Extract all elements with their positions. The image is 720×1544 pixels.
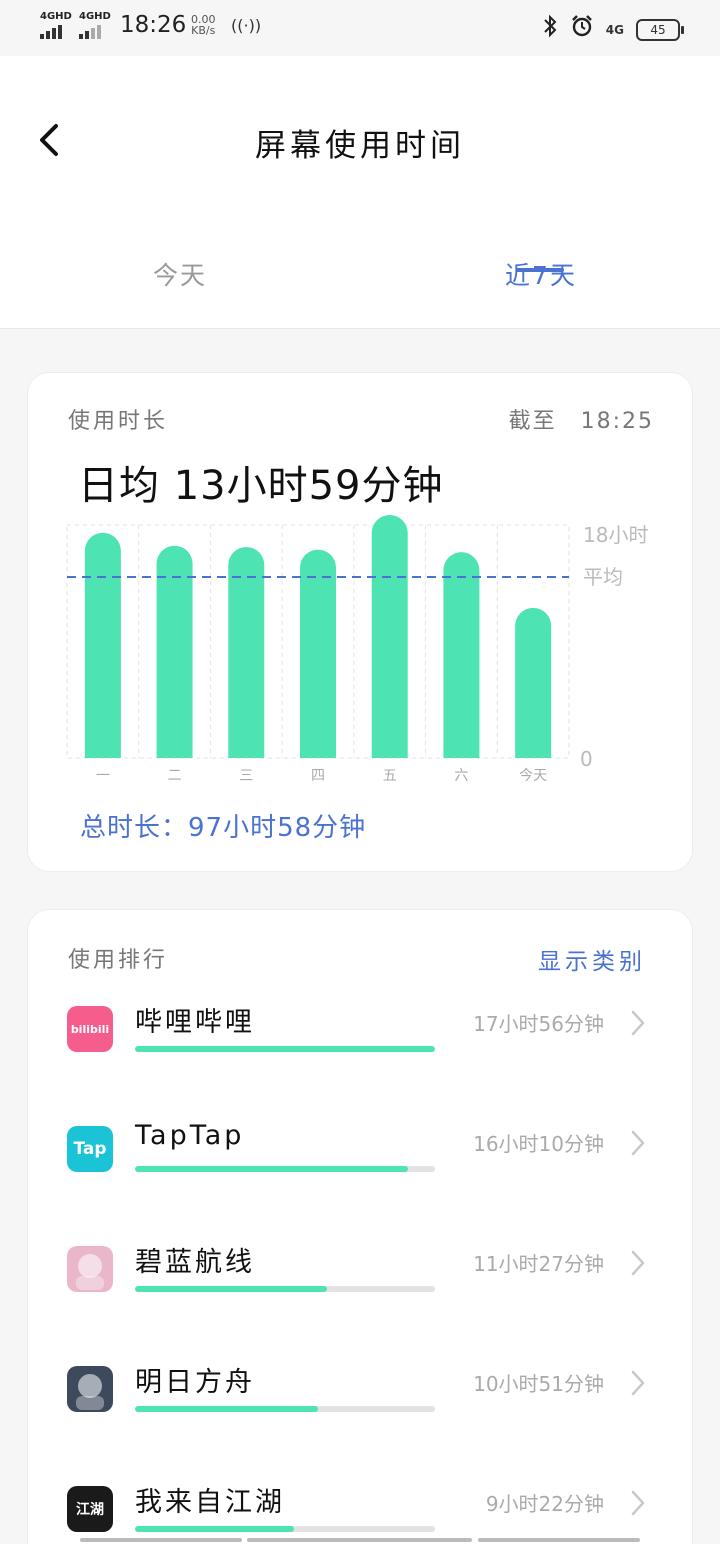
header: 屏幕使用时间 今天 近7天 — [0, 56, 720, 328]
jianghu-icon: 江湖 — [67, 1486, 113, 1532]
signal-1-label: 4GHD — [40, 11, 72, 22]
network-4g-icon: 4G — [605, 22, 624, 37]
chart-bar — [443, 552, 480, 758]
app-icon-text: Tap — [73, 1139, 107, 1159]
chevron-right-icon — [628, 1008, 648, 1038]
chart-bar — [300, 549, 336, 758]
chart-x-tick-label: 今天 — [519, 768, 547, 784]
app-usage-time: 9小时22分钟 — [485, 1492, 604, 1516]
app-usage-bar-fill — [135, 1286, 327, 1292]
app-usage-bar-fill — [135, 1526, 294, 1532]
as-of-time: 截至 18:25 — [508, 409, 654, 434]
chart-bar — [84, 532, 121, 758]
app-usage-row[interactable]: 江湖 我来自江湖 9小时22分钟 — [28, 1486, 694, 1544]
page-title: 屏幕使用时间 — [255, 128, 465, 164]
chevron-right-icon — [628, 1368, 648, 1398]
app-usage-bar — [135, 1526, 435, 1532]
signal-1-icon: 4GHD — [40, 12, 72, 39]
app-name: TapTap — [135, 1120, 245, 1151]
signal-2-icon: 4GHD — [79, 12, 111, 39]
app-name: 哔哩哔哩 — [135, 1007, 255, 1038]
battery-level: 45 — [650, 22, 666, 37]
app-name: 我来自江湖 — [135, 1487, 285, 1518]
hotspot-icon: ((·)) — [231, 16, 262, 35]
chevron-right-icon — [628, 1488, 648, 1518]
app-icon-text: 江湖 — [76, 1502, 104, 1518]
app-usage-time: 16小时10分钟 — [473, 1132, 604, 1156]
chart-bar — [371, 515, 408, 758]
tab-last-7-days[interactable]: 近7天 — [441, 241, 641, 327]
app-usage-time: 10小时51分钟 — [473, 1372, 604, 1396]
usage-bar-chart: 一 二 三 四 五 六 今天 18小时平均 0 — [66, 515, 648, 784]
header-divider — [0, 328, 720, 329]
app-usage-row[interactable]: Tap TapTap 16小时10分钟 — [28, 1120, 694, 1226]
tab-bar: 今天 近7天 — [0, 241, 720, 327]
bluetooth-icon — [542, 14, 558, 45]
app-usage-bar-fill — [135, 1166, 408, 1172]
ranking-label: 使用排行 — [68, 948, 169, 973]
app-usage-row[interactable]: 明日方舟 10小时51分钟 — [28, 1366, 694, 1466]
network-speed-unit: KB/s — [191, 24, 216, 37]
chart-x-tick-label: 六 — [454, 768, 468, 784]
app-usage-bar-fill — [135, 1406, 318, 1412]
chart-average-label: 平均 — [583, 565, 623, 589]
azur-lane-icon — [67, 1246, 113, 1292]
chart-x-tick-label: 五 — [383, 768, 397, 784]
chart-x-tick-label: 一 — [96, 768, 110, 784]
chart-bar — [515, 607, 552, 758]
app-usage-row[interactable]: bilibili 哔哩哔哩 17小时56分钟 — [28, 1006, 694, 1106]
chart-x-tick-label: 四 — [311, 768, 325, 784]
app-usage-bar — [135, 1286, 435, 1292]
chevron-right-icon — [628, 1248, 648, 1278]
arknights-icon — [67, 1366, 113, 1412]
battery-icon: 45 — [636, 18, 684, 41]
app-usage-row[interactable]: 碧蓝航线 11小时27分钟 — [28, 1246, 694, 1346]
status-time: 18:26 — [120, 12, 187, 38]
app-name: 碧蓝航线 — [135, 1247, 255, 1278]
app-usage-time: 17小时56分钟 — [473, 1012, 604, 1036]
chart-y-min-label: 0 — [580, 747, 593, 771]
usage-label: 使用时长 — [68, 409, 169, 434]
chart-bar — [228, 547, 265, 758]
total-duration: 总时长：97小时58分钟 — [80, 813, 367, 843]
chart-y-max-label: 18小时 — [583, 523, 648, 547]
bottom-scroll-indicator — [0, 1538, 720, 1544]
app-icon-text: bilibili — [70, 1022, 110, 1036]
app-name: 明日方舟 — [135, 1367, 255, 1398]
app-usage-bar-fill — [135, 1046, 435, 1052]
ranking-card: 使用排行 显示类别 bilibili 哔哩哔哩 17小时56分钟 Tap TapTap 1… — [27, 909, 693, 1544]
signal-2-label: 4GHD — [79, 11, 111, 22]
tab-today[interactable]: 今天 — [80, 241, 280, 327]
app-usage-bar — [135, 1046, 435, 1052]
app-usage-bar — [135, 1406, 435, 1412]
show-categories-link[interactable]: 显示类别 — [538, 942, 646, 976]
network-speed: 0.00 KB/s — [191, 14, 216, 36]
app-usage-time: 11小时27分钟 — [473, 1252, 604, 1276]
status-bar: 4GHD 4GHD 18:26 0.00 KB/s ((·)) 4G 45 — [0, 0, 720, 56]
active-tab-indicator — [516, 268, 564, 272]
daily-average: 日均 13小时59分钟 — [78, 463, 444, 509]
app-usage-bar — [135, 1166, 435, 1172]
taptap-icon: Tap — [67, 1126, 113, 1172]
usage-card: 使用时长 截至 18:25 日均 13小时59分钟 一 二 三 四 五 六 今天 18小时平均… — [27, 372, 693, 872]
chevron-right-icon — [628, 1128, 648, 1158]
bilibili-icon: bilibili — [67, 1006, 113, 1052]
alarm-icon — [570, 14, 594, 45]
chart-x-tick-label: 二 — [168, 768, 182, 784]
chart-x-tick-label: 三 — [239, 768, 253, 784]
